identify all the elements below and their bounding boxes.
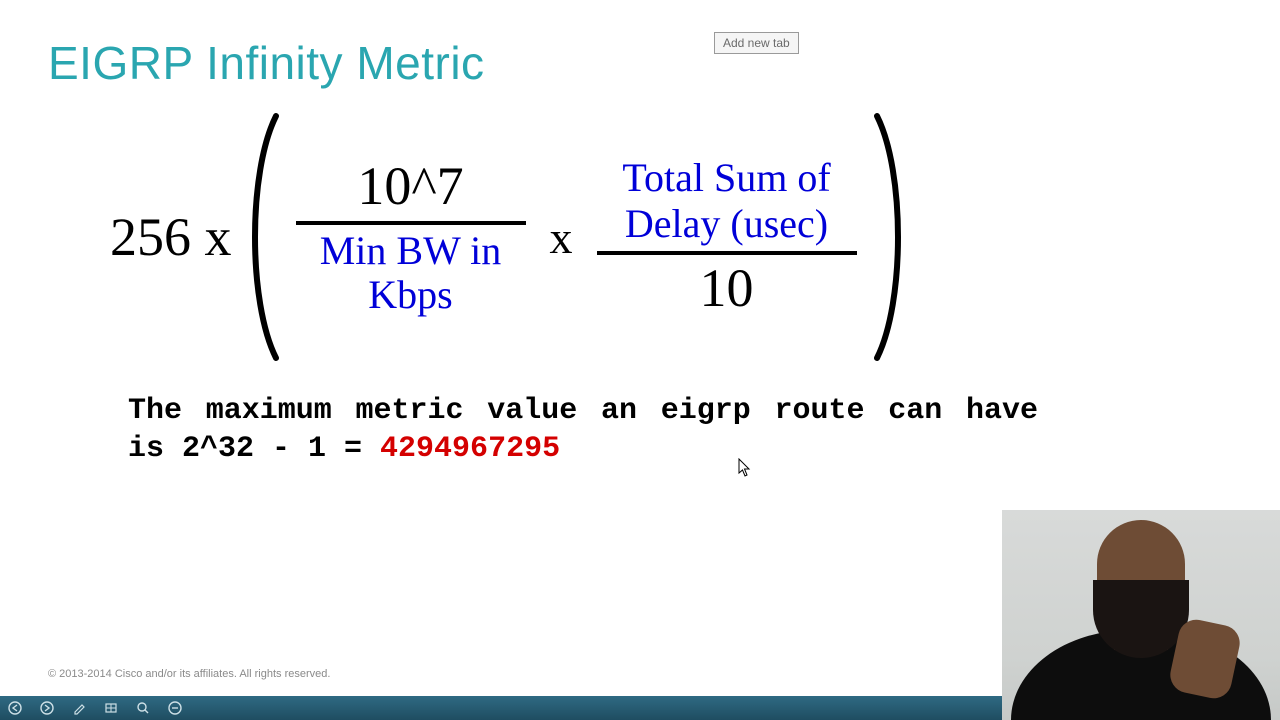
right-paren-icon [867,112,913,362]
left-paren-icon [240,112,286,362]
frac2-num-line1: Total Sum of [622,155,830,200]
statement-value: 4294967295 [380,432,560,466]
frac2-denominator: 10 [694,255,760,322]
statement-text: The maximum metric value an eigrp route … [128,392,1038,469]
prev-slide-icon[interactable] [8,701,22,715]
frac2-num-line2: Delay (usec) [625,201,828,246]
fraction-delay: Total Sum of Delay (usec) 10 [587,151,867,322]
formula-row: 256 x 10^7 Min BW in Kbps x Total Sum of… [110,112,950,362]
formula-block: 256 x 10^7 Min BW in Kbps x Total Sum of… [110,112,950,362]
show-all-slides-icon[interactable] [104,701,118,715]
formula-multiplier: 256 x [110,206,240,268]
copyright-text: © 2013-2014 Cisco and/or its affiliates.… [48,668,330,680]
zoom-icon[interactable] [136,701,150,715]
frac1-numerator: 10^7 [351,153,469,220]
frac1-den-line1: Min BW in [320,228,502,273]
formula-times: x [536,211,587,264]
frac1-denominator: Min BW in Kbps [314,225,508,321]
frac1-den-line2: Kbps [368,272,452,317]
webcam-thumbnail [1002,510,1280,720]
next-slide-icon[interactable] [40,701,54,715]
statement-prefix: The maximum metric value an eigrp route … [128,394,1038,466]
frac2-numerator: Total Sum of Delay (usec) [616,151,836,251]
more-options-icon[interactable] [168,701,182,715]
add-new-tab-button[interactable]: Add new tab [714,32,799,54]
slide-title: EIGRP Infinity Metric [48,36,485,90]
pen-tool-icon[interactable] [72,701,86,715]
slide-canvas: EIGRP Infinity Metric Add new tab 256 x … [0,0,1280,720]
fraction-bandwidth: 10^7 Min BW in Kbps [286,153,536,320]
